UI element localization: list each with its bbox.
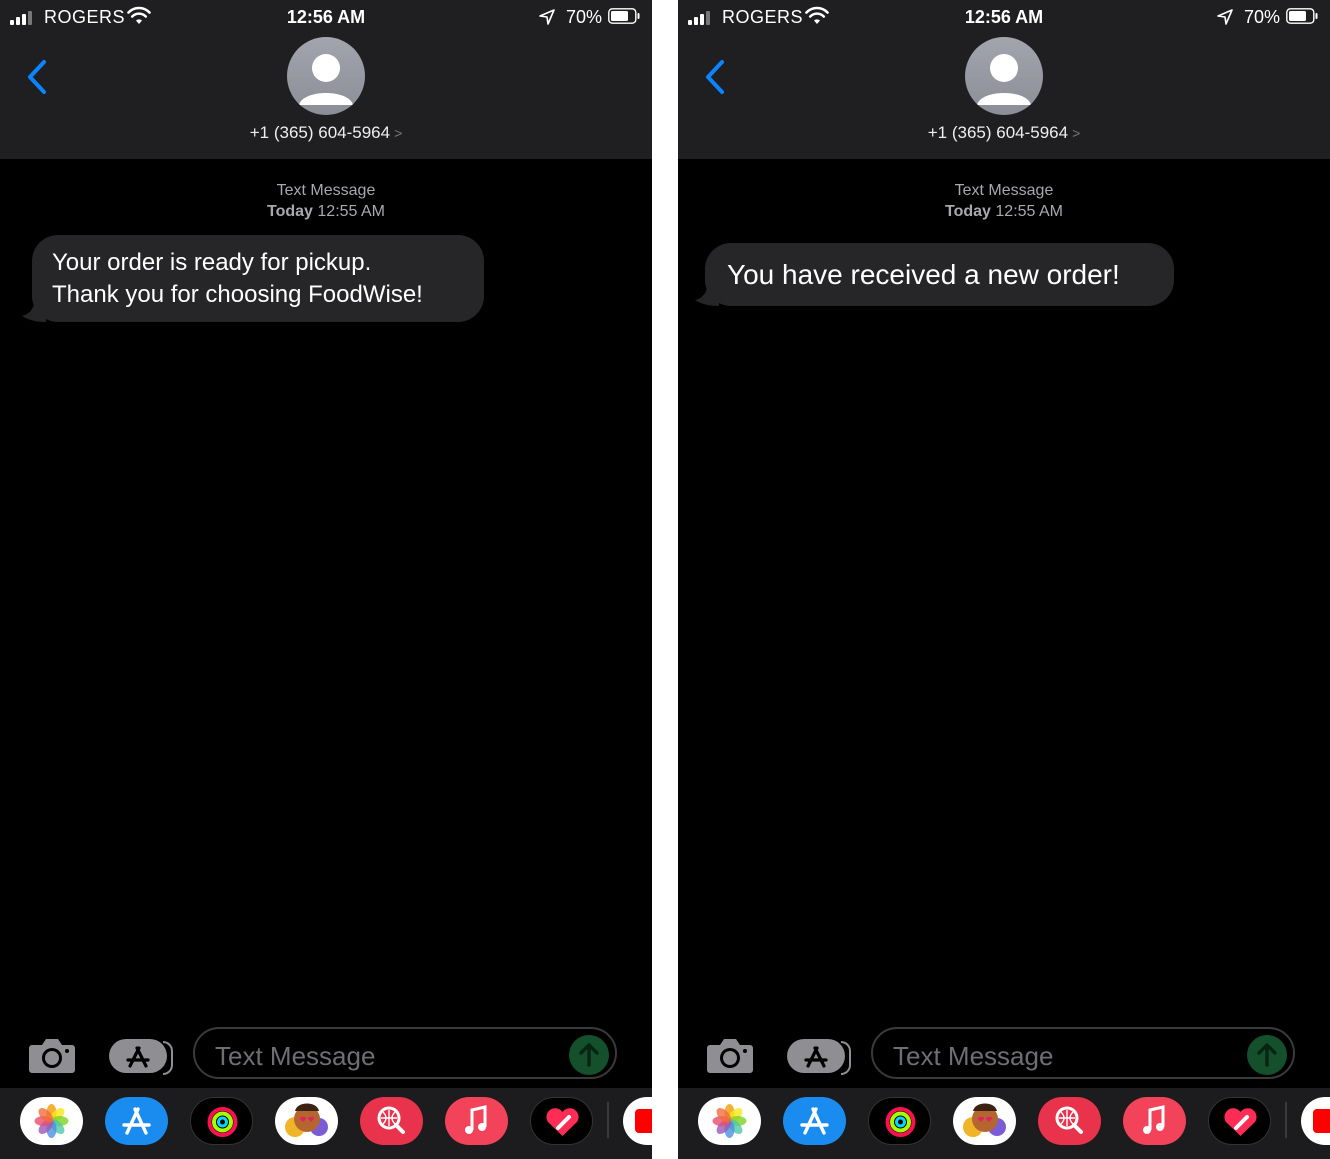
app-store-a-icon (804, 1046, 828, 1068)
bubble-tail (22, 302, 46, 322)
message-day: Today (267, 203, 313, 220)
message-input[interactable]: Text Message (193, 1027, 617, 1079)
arrow-up-icon (1257, 1043, 1277, 1067)
send-button[interactable] (569, 1035, 609, 1075)
message-timestamp: Text Message Today 12:55 AM (0, 180, 652, 222)
heart-sticker-icon[interactable] (1208, 1097, 1271, 1145)
app-store-apps-button[interactable] (787, 1039, 851, 1075)
status-bar: ROGERS 12:56 AM 70% (0, 0, 652, 36)
message-text: You have received a new order! (727, 259, 1120, 290)
app-store-apps-button[interactable] (109, 1039, 173, 1075)
message-service-label: Text Message (276, 182, 376, 199)
message-input-placeholder: Text Message (215, 1041, 376, 1071)
status-bar: ROGERS 12:56 AM 70% (678, 0, 1330, 36)
battery-icon (1286, 8, 1318, 24)
heart-sticker-icon[interactable] (530, 1097, 593, 1145)
contact-number-button[interactable]: +1 (365) 604-5964 > (0, 123, 652, 143)
battery-percent: 70% (565, 7, 602, 27)
images-search-icon[interactable] (1038, 1097, 1101, 1145)
music-icon[interactable] (445, 1097, 508, 1145)
bubble-tail (695, 286, 719, 306)
message-input-placeholder: Text Message (893, 1041, 1054, 1071)
app-store-icon[interactable] (783, 1097, 846, 1145)
message-line-2: Thank you for choosing FoodWise! (52, 281, 423, 308)
imessage-app-drawer (0, 1088, 652, 1159)
arrow-up-icon (579, 1043, 599, 1067)
incoming-message-bubble[interactable]: You have received a new order! (695, 243, 1174, 306)
chevron-right-icon: > (1072, 125, 1081, 141)
contact-number: +1 (365) 604-5964 (249, 123, 391, 142)
contact-number-button[interactable]: +1 (365) 604-5964 > (678, 123, 1330, 143)
memoji-icon[interactable] (953, 1097, 1016, 1145)
message-time: 12:55 AM (317, 203, 385, 220)
app-store-icon[interactable] (105, 1097, 168, 1145)
activity-icon[interactable] (190, 1097, 253, 1145)
incoming-message-bubble[interactable]: Your order is ready for pickup. Thank yo… (22, 235, 484, 322)
location-arrow-icon (539, 9, 555, 25)
message-day: Today (945, 203, 991, 220)
message-line-1: Your order is ready for pickup. (52, 249, 372, 276)
person-silhouette-icon (299, 54, 353, 105)
phone-screen-right: ROGERS 12:56 AM 70% +1 (365) 604-5964 > … (678, 0, 1330, 1159)
back-chevron-icon[interactable] (22, 58, 52, 96)
conversation-header: ROGERS 12:56 AM 70% +1 (365) 604-5964 > (678, 0, 1330, 159)
person-silhouette-icon (977, 54, 1031, 105)
message-time: 12:55 AM (995, 203, 1063, 220)
camera-icon[interactable] (706, 1036, 754, 1074)
contact-avatar[interactable] (287, 37, 365, 115)
camera-icon[interactable] (28, 1036, 76, 1074)
message-input[interactable]: Text Message (871, 1027, 1295, 1079)
photos-icon[interactable] (698, 1097, 761, 1145)
images-search-icon[interactable] (360, 1097, 423, 1145)
message-timestamp: Text Message Today 12:55 AM (678, 180, 1330, 222)
chevron-right-icon: > (394, 125, 403, 141)
back-chevron-icon[interactable] (700, 58, 730, 96)
contact-number: +1 (365) 604-5964 (927, 123, 1069, 142)
photos-icon[interactable] (20, 1097, 83, 1145)
conversation-header: ROGERS 12:56 AM 70% +1 (365) 604-5964 > (0, 0, 652, 159)
message-service-label: Text Message (954, 182, 1054, 199)
music-icon[interactable] (1123, 1097, 1186, 1145)
activity-icon[interactable] (868, 1097, 931, 1145)
memoji-icon[interactable] (275, 1097, 338, 1145)
contact-avatar[interactable] (965, 37, 1043, 115)
battery-percent: 70% (1243, 7, 1280, 27)
location-arrow-icon (1217, 9, 1233, 25)
app-store-a-icon (126, 1046, 150, 1068)
phone-screen-left: ROGERS 12:56 AM 70% +1 (365) 604-5964 > … (0, 0, 652, 1159)
more-apps-icon[interactable] (1301, 1097, 1330, 1145)
battery-icon (608, 8, 640, 24)
message-text: Your order is ready for pickup. Thank yo… (52, 247, 423, 311)
more-apps-icon[interactable] (623, 1097, 652, 1145)
imessage-app-drawer (678, 1088, 1330, 1159)
send-button[interactable] (1247, 1035, 1287, 1075)
